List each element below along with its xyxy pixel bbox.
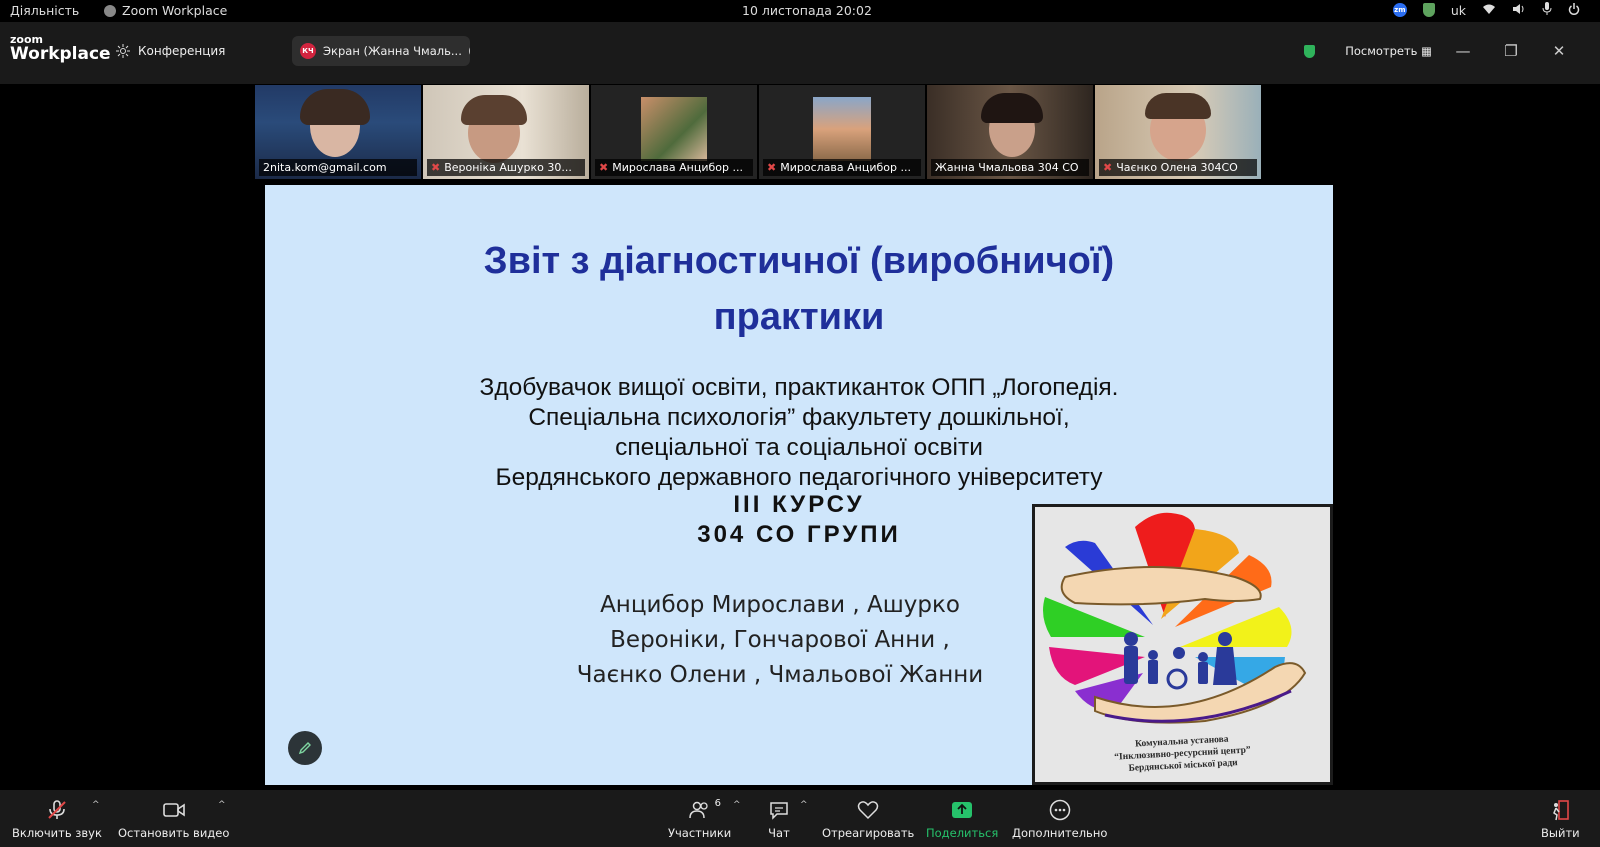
slide-subtitle-line: Спеціальна психологія” факультету дошкіл…: [528, 404, 1070, 431]
chat-label: Чат: [768, 826, 790, 840]
more-dots-icon: [1049, 798, 1071, 822]
unmute-button[interactable]: Включить звук: [12, 798, 102, 840]
participant-tile[interactable]: ✖ Мирослава Анцибор ...: [591, 85, 757, 179]
share-screen-icon: [951, 798, 973, 822]
participant-tile[interactable]: ✖ Мирослава Анцибор ...: [759, 85, 925, 179]
slide-subtitle-line: Бердянського державного педагогічного ун…: [495, 464, 1103, 491]
close-button[interactable]: ✕: [1542, 42, 1576, 60]
screen-share-label: Экран (Жанна Чмаль...: [323, 44, 462, 58]
shared-screen-slide: Звіт з діагностичної (виробничої) практи…: [265, 185, 1333, 785]
logo-line2: Workplace: [10, 44, 111, 64]
participants-count: 6: [714, 798, 722, 809]
zoom-header: zoom Workplace Конференция КЧ Экран (Жан…: [0, 22, 1600, 84]
participant-name: 2nita.kom@gmail.com: [259, 159, 417, 176]
participants-button[interactable]: 6 Участники: [668, 798, 731, 840]
participant-tile[interactable]: ✖ Чаєнко Олена 304СО: [1095, 85, 1261, 179]
slide-names-line: Вероніки, Гончарової Анни ,: [610, 627, 950, 653]
participant-tile[interactable]: Жанна Чмальова 304 СО: [927, 85, 1093, 179]
share-screen-button[interactable]: Поделиться: [926, 798, 998, 840]
participant-name: Жанна Чмальова 304 СО: [931, 159, 1089, 176]
encryption-shield-icon[interactable]: [1304, 44, 1316, 58]
mic-muted-icon: ✖: [431, 161, 441, 174]
mic-muted-icon: ✖: [599, 161, 609, 174]
more-label: Дополнительно: [1012, 826, 1108, 840]
app-name: Zoom Workplace: [122, 3, 228, 18]
zoom-app-icon: [104, 4, 116, 17]
participants-icon: 6: [688, 798, 721, 822]
heart-icon: [857, 798, 879, 822]
volume-icon[interactable]: [1512, 3, 1526, 18]
chat-options-caret[interactable]: ^: [800, 800, 808, 810]
stop-video-button[interactable]: Остановить видео: [118, 798, 229, 840]
app-menu[interactable]: Zoom Workplace: [104, 3, 227, 18]
slide-names-line: Анцибор Мирослави , Ашурко: [600, 592, 960, 618]
chat-button[interactable]: Чат: [768, 798, 790, 840]
minimize-button[interactable]: —: [1446, 42, 1480, 60]
video-options-caret[interactable]: ^: [218, 800, 226, 810]
audio-options-caret[interactable]: ^: [92, 800, 100, 810]
activities-button[interactable]: Діяльність: [10, 3, 79, 18]
mic-muted-icon: ✖: [767, 161, 777, 174]
participants-label: Участники: [668, 826, 732, 840]
slide-subtitle: Здобувачок вищої освіти, практиканток ОП…: [265, 373, 1333, 493]
slide-title-line: Звіт з діагностичної (виробничої): [483, 240, 1115, 282]
slide-names-line: Чаєнко Олени , Чмальової Жанни: [576, 662, 984, 688]
annotate-pen-button[interactable]: [288, 731, 322, 765]
slide-names: Анцибор Мирослави , Ашурко Вероніки, Гон…: [540, 588, 1020, 693]
screen-share-tab[interactable]: КЧ Экран (Жанна Чмаль... ···: [292, 36, 470, 66]
participant-name: ✖ Мирослава Анцибор ...: [595, 159, 753, 176]
participants-options-caret[interactable]: ^: [733, 800, 741, 810]
view-button[interactable]: Посмотреть ▦: [1345, 44, 1432, 58]
view-label: Посмотреть: [1345, 44, 1418, 58]
participant-name: ✖ Мирослава Анцибор ...: [763, 159, 921, 176]
inclusive-center-logo: Комунальна установа “Інклюзивно-ресурсни…: [1032, 504, 1333, 785]
wifi-icon[interactable]: [1482, 3, 1496, 18]
mic-muted-icon: ✖: [1103, 161, 1113, 174]
participant-tile[interactable]: 2nita.kom@gmail.com: [255, 85, 421, 179]
clock[interactable]: 10 листопада 20:02: [742, 3, 872, 18]
leave-button[interactable]: Выйти: [1541, 798, 1580, 840]
pen-icon: [298, 742, 311, 755]
zoom-tray-icon[interactable]: zm: [1392, 3, 1407, 17]
react-label: Отреагировать: [822, 826, 915, 840]
unmute-label: Включить звук: [12, 826, 102, 840]
security-shield-icon[interactable]: [1422, 3, 1435, 17]
header-right: Посмотреть ▦ — ❐ ✕: [1304, 42, 1576, 60]
conference-button[interactable]: Конференция: [116, 44, 225, 58]
slide-title: Звіт з діагностичної (виробничої) практи…: [265, 233, 1333, 345]
participant-tile[interactable]: ✖ Вероніка Ашурко 30...: [423, 85, 589, 179]
chat-icon: [768, 798, 790, 822]
slide-subtitle-line: Здобувачок вищої освіти, практиканток ОП…: [479, 374, 1119, 401]
stop-video-label: Остановить видео: [118, 826, 230, 840]
zoom-logo: zoom Workplace: [10, 34, 111, 63]
mic-muted-icon: [46, 798, 68, 822]
conference-icon: [116, 44, 130, 58]
leave-label: Выйти: [1541, 826, 1580, 840]
meeting-toolbar: Включить звук ^ Остановить видео ^ 6 Уча…: [0, 790, 1600, 847]
participant-strip: 2nita.kom@gmail.com ✖ Вероніка Ашурко 30.…: [255, 85, 1261, 181]
video-camera-icon: [162, 798, 186, 822]
system-top-bar: Діяльність Zoom Workplace 10 листопада 2…: [0, 0, 1600, 22]
leave-door-icon: [1549, 798, 1571, 822]
more-options-icon[interactable]: ···: [468, 44, 470, 58]
participant-name: ✖ Чаєнко Олена 304СО: [1099, 159, 1257, 176]
more-button[interactable]: Дополнительно: [1012, 798, 1107, 840]
system-tray: zm uk: [1392, 2, 1580, 18]
slide-title-line: практики: [713, 296, 885, 338]
share-label: Поделиться: [926, 826, 999, 840]
conference-label: Конференция: [138, 44, 226, 58]
maximize-button[interactable]: ❐: [1494, 42, 1528, 60]
sharer-avatar: КЧ: [300, 43, 316, 59]
participant-name: ✖ Вероніка Ашурко 30...: [427, 159, 585, 176]
react-button[interactable]: Отреагировать: [822, 798, 914, 840]
language-indicator[interactable]: uk: [1451, 3, 1466, 18]
slide-subtitle-line: спеціальної та соціальної освіти: [615, 434, 983, 461]
microphone-icon[interactable]: [1542, 2, 1552, 18]
power-menu-icon[interactable]: [1568, 2, 1580, 18]
